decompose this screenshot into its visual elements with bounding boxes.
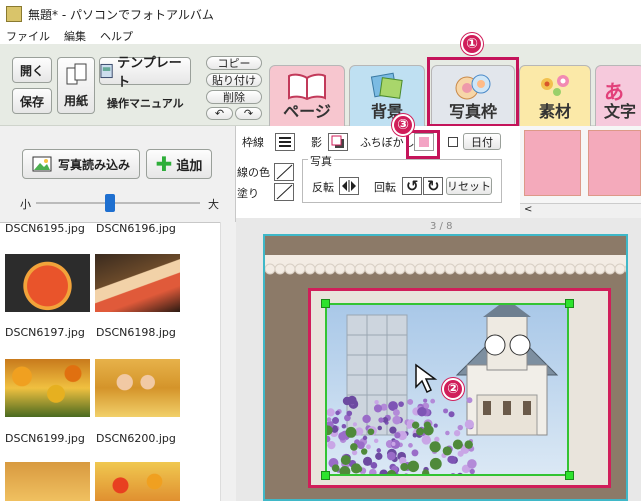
menu-help[interactable]: ヘルプ — [100, 28, 133, 44]
photo-group-label: 写真 — [308, 153, 334, 169]
resize-handle[interactable] — [321, 299, 330, 308]
plus-icon: ✚ — [155, 152, 173, 176]
photo-thumbnail[interactable] — [5, 359, 90, 417]
lace-border — [265, 255, 626, 275]
rotate-right-button[interactable]: ↻ — [423, 177, 443, 195]
line-color-label: 線の色 — [237, 166, 270, 179]
photo-thumbnail[interactable] — [95, 254, 180, 312]
photo-thumbnail[interactable] — [5, 462, 90, 501]
window-title: 無題* - パソコンでフォトアルバム — [28, 7, 214, 22]
tab-page[interactable]: ページ — [269, 65, 345, 127]
shadow-icon — [331, 135, 344, 148]
size-large-label: 大 — [208, 198, 219, 211]
fill-color-button[interactable] — [274, 183, 294, 201]
border-label: 枠線 — [242, 136, 264, 149]
tab-background[interactable]: 背景 — [349, 65, 425, 127]
mouse-cursor-icon — [415, 363, 438, 394]
title-bar: 無題* - パソコンでフォトアルバム — [0, 0, 641, 28]
paper-icon — [66, 63, 87, 85]
line-color-button[interactable] — [274, 163, 294, 181]
resize-handle[interactable] — [565, 471, 574, 480]
file-name: DSCN6195.jpg — [5, 222, 85, 235]
callout-3-badge: ③ — [392, 114, 414, 136]
resize-handle[interactable] — [565, 299, 574, 308]
undo-button[interactable]: ↶ — [206, 107, 233, 120]
file-name: DSCN6200.jpg — [96, 432, 176, 445]
photo-thumbnail[interactable] — [95, 462, 180, 501]
date-button[interactable]: 日付 — [463, 133, 501, 150]
file-name: DSCN6198.jpg — [96, 326, 176, 339]
manual-link[interactable]: 操作マニュアル — [107, 95, 184, 111]
paper-button[interactable]: 用紙 — [57, 57, 95, 114]
resize-handle[interactable] — [321, 471, 330, 480]
size-small-label: 小 — [20, 198, 31, 211]
rotate-left-icon: ↺ — [406, 177, 419, 195]
template-icon — [100, 63, 113, 79]
text-icon: あ — [604, 80, 624, 104]
photo-thumbnail[interactable] — [95, 359, 180, 417]
shadow-button[interactable] — [328, 133, 348, 151]
photo-thumbnail[interactable] — [5, 254, 90, 312]
fill-label: 塗り — [237, 187, 259, 200]
tab-material-label: 素材 — [538, 102, 571, 121]
date-checkbox[interactable] — [448, 137, 458, 147]
save-button[interactable]: 保存 — [12, 88, 52, 114]
no-fill-icon — [276, 184, 293, 200]
import-photo-button[interactable]: 写真読み込み — [22, 149, 140, 179]
date-label: 日付 — [471, 135, 493, 149]
rotate-right-icon: ↻ — [427, 177, 440, 195]
template-label: テンプレート — [117, 56, 182, 90]
blur-button-highlight — [406, 130, 440, 159]
menu-edit[interactable]: 編集 — [64, 28, 86, 44]
photo-frame-tab-highlight — [427, 57, 519, 127]
no-color-icon — [276, 164, 293, 180]
book-icon — [288, 73, 326, 100]
frame-swatch[interactable] — [524, 130, 581, 196]
border-style-button[interactable] — [275, 133, 295, 151]
page-indicator: 3 / 8 — [430, 221, 453, 232]
flip-icon — [342, 180, 356, 192]
redo-button[interactable]: ↷ — [235, 107, 262, 120]
file-name: DSCN6196.jpg — [96, 222, 176, 235]
callout-2-badge: ② — [442, 378, 464, 400]
paper-label: 用紙 — [63, 94, 88, 108]
image-icon — [32, 156, 52, 172]
callout-1-badge: ① — [461, 33, 483, 55]
tab-page-label: ページ — [283, 102, 331, 121]
file-name: DSCN6197.jpg — [5, 326, 85, 339]
background-icon — [370, 72, 403, 99]
flip-button[interactable] — [339, 177, 359, 195]
rotate-left-button[interactable]: ↺ — [402, 177, 422, 195]
add-button[interactable]: ✚ 追加 — [146, 149, 212, 179]
tab-text[interactable]: あ 文字 — [595, 65, 641, 127]
add-label: 追加 — [176, 158, 203, 174]
template-button[interactable]: テンプレート — [99, 56, 191, 90]
size-slider-track[interactable] — [36, 202, 200, 204]
photo-list-scrollbar[interactable] — [220, 222, 236, 501]
copy-button[interactable]: コピー — [206, 56, 262, 70]
delete-button[interactable]: 削除 — [206, 90, 262, 104]
flip-label: 反転 — [312, 181, 334, 194]
paste-button[interactable]: 貼り付け — [206, 73, 262, 87]
size-slider-thumb[interactable] — [104, 194, 115, 212]
menu-file[interactable]: ファイル — [6, 28, 50, 44]
menu-bar: ファイル 編集 ヘルプ — [0, 28, 641, 44]
frame-list-scrollbar[interactable]: < — [520, 203, 641, 218]
flower-icon — [541, 75, 569, 96]
tab-material[interactable]: 素材 — [519, 65, 591, 127]
file-name: DSCN6199.jpg — [5, 432, 85, 445]
scroll-left-icon[interactable]: < — [524, 204, 532, 215]
lines-icon — [279, 137, 291, 147]
app-icon — [6, 6, 22, 22]
rotate-label: 回転 — [374, 181, 396, 194]
frame-swatch[interactable] — [588, 130, 641, 196]
import-photo-label: 写真読み込み — [57, 157, 130, 172]
reset-button[interactable]: リセット — [446, 177, 492, 195]
open-button[interactable]: 開く — [12, 57, 52, 83]
shadow-label: 影 — [311, 136, 322, 149]
